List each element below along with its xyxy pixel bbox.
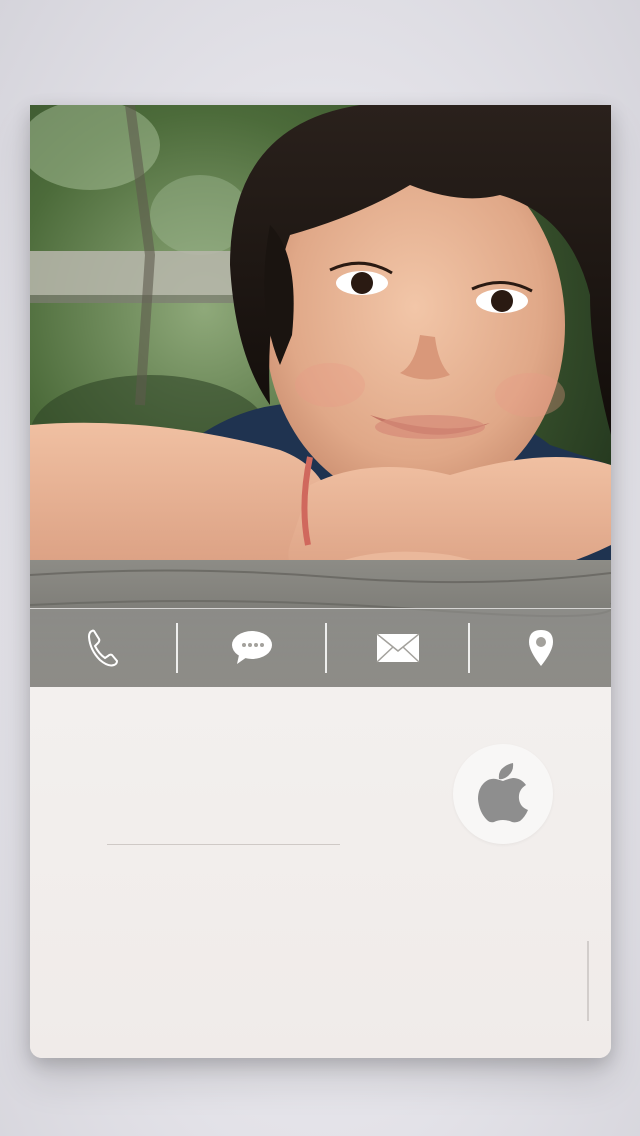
contact-card bbox=[30, 105, 611, 1058]
message-bubble-icon bbox=[231, 630, 273, 666]
call-button[interactable] bbox=[30, 609, 176, 687]
scroll-indicator[interactable] bbox=[587, 941, 589, 1021]
contact-action-bar bbox=[30, 608, 611, 687]
phone-icon bbox=[86, 628, 120, 668]
message-button[interactable] bbox=[178, 609, 325, 687]
contact-details-panel bbox=[30, 687, 611, 1058]
email-button[interactable] bbox=[327, 609, 468, 687]
map-pin-icon bbox=[528, 629, 554, 667]
contact-name bbox=[107, 805, 340, 835]
name-underline bbox=[107, 844, 340, 845]
company-logo-button[interactable] bbox=[453, 744, 553, 844]
apple-logo-icon bbox=[477, 761, 529, 828]
contact-photo bbox=[30, 105, 611, 687]
location-button[interactable] bbox=[470, 609, 611, 687]
envelope-icon bbox=[375, 633, 420, 663]
